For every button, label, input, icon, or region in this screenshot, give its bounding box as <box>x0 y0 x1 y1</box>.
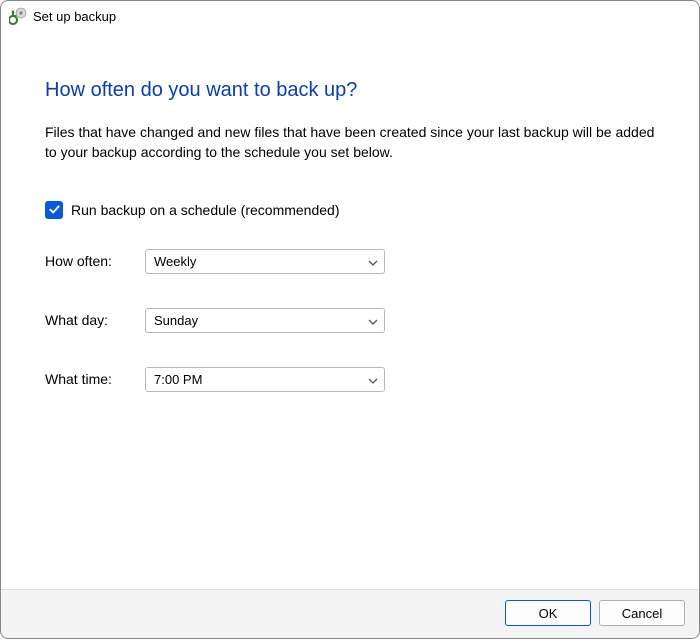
schedule-checkbox-label: Run backup on a schedule (recommended) <box>71 202 340 218</box>
what-time-label: What time: <box>45 371 145 387</box>
schedule-checkbox[interactable] <box>45 201 63 219</box>
dialog-footer: OK Cancel <box>1 589 699 638</box>
schedule-checkbox-row: Run backup on a schedule (recommended) <box>45 201 655 219</box>
ok-button[interactable]: OK <box>505 600 591 626</box>
page-heading: How often do you want to back up? <box>45 79 655 102</box>
how-often-value: Weekly <box>154 254 196 269</box>
titlebar: Set up backup <box>1 1 699 29</box>
page-description: Files that have changed and new files th… <box>45 122 655 163</box>
chevron-down-icon <box>368 374 378 384</box>
backup-icon <box>9 7 27 25</box>
what-time-value: 7:00 PM <box>154 372 202 387</box>
what-day-row: What day: Sunday <box>45 308 655 333</box>
how-often-label: How often: <box>45 253 145 269</box>
what-day-select[interactable]: Sunday <box>145 308 385 333</box>
what-time-row: What time: 7:00 PM <box>45 367 655 392</box>
what-day-value: Sunday <box>154 313 198 328</box>
dialog-window: Set up backup How often do you want to b… <box>0 0 700 639</box>
window-title: Set up backup <box>33 9 116 24</box>
what-time-select[interactable]: 7:00 PM <box>145 367 385 392</box>
what-day-label: What day: <box>45 312 145 328</box>
chevron-down-icon <box>368 315 378 325</box>
how-often-row: How often: Weekly <box>45 249 655 274</box>
content-area: How often do you want to back up? Files … <box>1 29 699 589</box>
chevron-down-icon <box>368 256 378 266</box>
cancel-button[interactable]: Cancel <box>599 600 685 626</box>
how-often-select[interactable]: Weekly <box>145 249 385 274</box>
